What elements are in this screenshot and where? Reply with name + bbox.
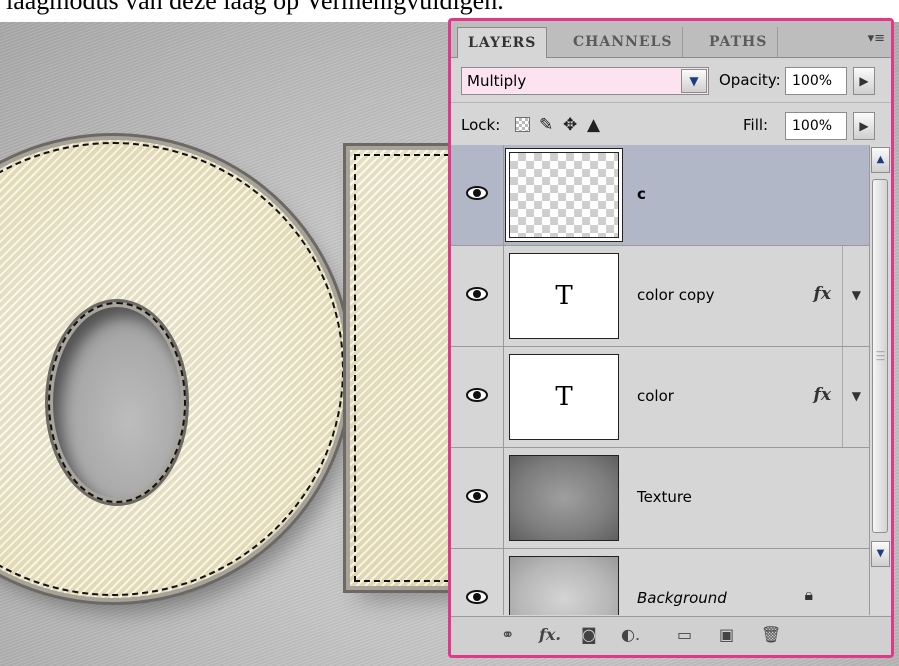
expand-effects-icon[interactable]: ▼ xyxy=(852,389,861,403)
new-group-icon[interactable]: ▭ xyxy=(677,625,692,645)
layer-row[interactable]: Background 🔒︎ xyxy=(451,549,869,615)
divider xyxy=(842,246,843,346)
layer-thumbnail xyxy=(509,556,619,615)
eye-icon xyxy=(466,186,488,200)
divider xyxy=(842,347,843,447)
visibility-toggle[interactable] xyxy=(451,145,504,245)
scroll-down-icon[interactable]: ▼ xyxy=(871,541,890,567)
blend-mode-value: Multiply xyxy=(467,72,527,90)
scroll-up-icon[interactable]: ▲ xyxy=(871,147,890,173)
layer-row[interactable]: T color fx ▼ xyxy=(451,347,869,448)
lock-icon: 🔒︎ xyxy=(804,585,813,604)
delete-layer-icon[interactable]: 🗑︎ xyxy=(761,625,781,645)
visibility-toggle[interactable] xyxy=(451,246,504,346)
eye-icon xyxy=(466,388,488,402)
lock-fill-row: Lock: ✎ ✥ ▲ Fill: 100% ▶ xyxy=(451,103,891,148)
layer-name: c xyxy=(637,185,646,203)
visibility-toggle[interactable] xyxy=(451,549,504,615)
fill-slider-button[interactable]: ▶ xyxy=(853,112,875,140)
new-layer-icon[interactable]: ▣ xyxy=(719,625,734,645)
layer-name: Background xyxy=(637,589,727,607)
layer-row[interactable]: T color copy fx ▼ xyxy=(451,246,869,347)
layers-panel: LAYERS CHANNELS PATHS ▾≡ Multiply ▼ Opac… xyxy=(448,18,894,658)
layer-row[interactable]: c xyxy=(451,145,869,246)
text-layer-thumbnail: T xyxy=(509,354,619,440)
eye-icon xyxy=(466,489,488,503)
layer-name: color xyxy=(637,387,674,405)
panel-tabs: LAYERS CHANNELS PATHS ▾≡ xyxy=(451,21,891,58)
opacity-field[interactable]: 100% xyxy=(785,67,847,95)
fx-icon[interactable]: fx xyxy=(814,385,831,405)
tab-layers[interactable]: LAYERS xyxy=(457,27,548,58)
add-mask-icon[interactable]: ◙ xyxy=(581,625,597,645)
link-layers-icon[interactable]: ⚭ xyxy=(501,625,514,645)
fill-field[interactable]: 100% xyxy=(785,112,847,140)
layer-thumbnail xyxy=(509,152,619,238)
add-layer-style-icon[interactable]: fx. xyxy=(539,625,561,645)
panel-bottom-toolbar: ⚭ fx. ◙ ◐. ▭ ▣ 🗑︎ xyxy=(451,616,891,655)
blend-opacity-row: Multiply ▼ Opacity: 100% ▶ xyxy=(451,58,891,103)
layer-name: color copy xyxy=(637,286,715,304)
eye-icon xyxy=(466,287,488,301)
lock-position-icon[interactable]: ✥ xyxy=(563,115,577,135)
opacity-slider-button[interactable]: ▶ xyxy=(853,67,875,95)
layer-thumbnail xyxy=(509,455,619,541)
panel-menu-icon[interactable]: ▾≡ xyxy=(868,31,885,46)
lock-image-pixels-icon[interactable]: ✎ xyxy=(539,115,553,135)
grip-icon: — — — xyxy=(876,347,885,365)
layers-list: c T color copy fx ▼ T color fx ▼ Texture… xyxy=(451,145,869,615)
lock-label: Lock: xyxy=(461,116,501,134)
visibility-toggle[interactable] xyxy=(451,448,504,548)
layer-row[interactable]: Texture xyxy=(451,448,869,549)
layer-name: Texture xyxy=(637,488,692,506)
lock-all-icon[interactable]: ▲ xyxy=(587,115,600,135)
scrollbar-thumb[interactable]: — — — xyxy=(872,179,888,533)
blend-mode-select[interactable]: Multiply ▼ xyxy=(461,67,709,95)
lock-transparent-pixels-icon[interactable] xyxy=(515,117,530,132)
text-layer-thumbnail: T xyxy=(509,253,619,339)
chevron-down-icon[interactable]: ▼ xyxy=(681,69,707,93)
tab-channels[interactable]: CHANNELS xyxy=(563,27,684,57)
visibility-toggle[interactable] xyxy=(451,347,504,447)
eye-icon xyxy=(466,590,488,604)
expand-effects-icon[interactable]: ▼ xyxy=(852,288,861,302)
new-adjustment-layer-icon[interactable]: ◐. xyxy=(621,625,640,645)
letter-o-counter xyxy=(48,302,186,503)
opacity-label: Opacity: xyxy=(719,71,781,89)
layers-scrollbar[interactable]: ▲ — — — ▼ xyxy=(869,145,891,615)
fill-label: Fill: xyxy=(743,116,769,134)
fx-icon[interactable]: fx xyxy=(814,284,831,304)
tab-paths[interactable]: PATHS xyxy=(699,27,779,57)
